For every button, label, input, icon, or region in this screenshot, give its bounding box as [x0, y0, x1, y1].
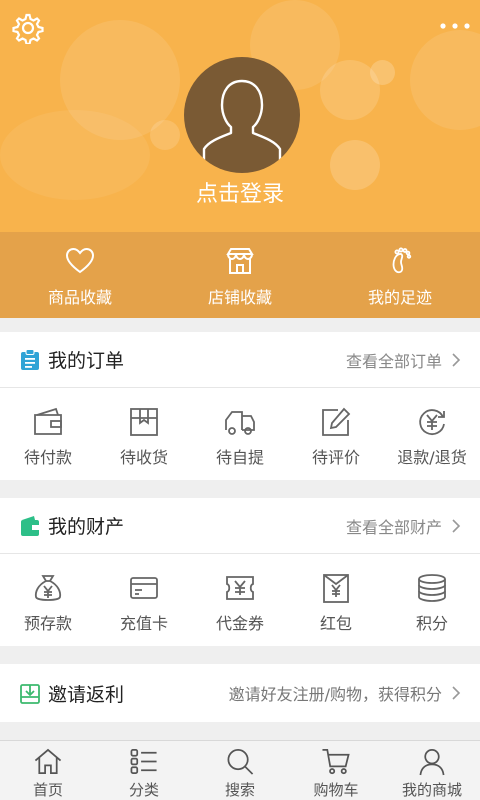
decor-bubble	[0, 110, 150, 200]
favorites-bar: 商品收藏 店铺收藏 我的足迹	[0, 232, 480, 318]
login-link[interactable]: 点击登录	[140, 176, 340, 208]
grid-label: 预存款	[23, 614, 72, 633]
card-icon	[130, 577, 158, 599]
grid-label: 退款/退货	[397, 448, 467, 467]
search-icon	[227, 749, 254, 775]
avatar-silhouette-icon	[202, 79, 282, 161]
voucher-button[interactable]: 代金券	[192, 554, 288, 646]
pending-receipt-button[interactable]: 待收货	[96, 388, 192, 480]
money-bag-icon	[34, 575, 62, 601]
invite-row[interactable]: 邀请返利 邀请好友注册/购物，获得积分	[0, 664, 480, 722]
all-orders-link[interactable]: 查看全部订单	[346, 348, 442, 372]
edit-icon	[322, 407, 351, 436]
grid-label: 积分	[415, 614, 448, 633]
points-button[interactable]: 积分	[384, 554, 480, 646]
tab-label: 分类	[128, 781, 159, 799]
tab-label: 搜索	[224, 781, 255, 799]
chevron-right-icon	[452, 686, 461, 700]
invite-link[interactable]: 邀请好友注册/购物，获得积分	[229, 681, 442, 705]
invite-title: 邀请返利	[48, 683, 125, 706]
assets-title: 我的财产	[48, 516, 125, 538]
footprints-button[interactable]: 我的足迹	[320, 232, 480, 318]
tab-label: 我的商城	[401, 781, 462, 799]
wallet-green-icon	[21, 515, 39, 536]
refund-icon	[419, 409, 445, 436]
pending-pickup-button[interactable]: 待自提	[192, 388, 288, 480]
red-envelope-icon	[323, 574, 349, 603]
store-favorites-button[interactable]: 店铺收藏	[160, 232, 320, 318]
decor-bubble	[150, 120, 180, 150]
profile-header: 点击登录 商品收藏 店铺收藏 我的足迹	[0, 0, 480, 318]
orders-grid: 待付款 待收货 待自提 待评价 退款/退货	[0, 388, 480, 480]
truck-icon	[225, 411, 255, 435]
fav-label: 商品收藏	[47, 288, 112, 307]
footprint-icon	[392, 247, 412, 274]
grid-label: 待评价	[311, 448, 360, 467]
user-icon	[419, 749, 445, 776]
grid-label: 待付款	[23, 448, 72, 467]
decor-bubble	[410, 30, 480, 130]
wallet-icon	[34, 407, 62, 435]
grid-label: 待自提	[215, 448, 264, 467]
tab-search[interactable]: 搜索	[192, 741, 288, 800]
fav-label: 店铺收藏	[207, 288, 272, 307]
home-icon	[34, 748, 62, 774]
clipboard-icon	[21, 348, 39, 370]
avatar[interactable]	[184, 57, 300, 173]
more-icon[interactable]	[438, 16, 472, 36]
tab-cart[interactable]: 购物车	[288, 741, 384, 800]
heart-icon	[65, 247, 95, 274]
fav-label: 我的足迹	[367, 288, 432, 307]
coins-icon	[418, 574, 446, 602]
list-icon	[130, 749, 157, 774]
tab-label: 首页	[32, 781, 63, 799]
recharge-card-button[interactable]: 充值卡	[96, 554, 192, 646]
all-assets-link[interactable]: 查看全部财产	[346, 514, 442, 538]
grid-label: 待收货	[119, 448, 168, 467]
voucher-icon	[226, 576, 254, 600]
assets-grid: 预存款 充值卡 代金券 红包 积分	[0, 554, 480, 646]
orders-header[interactable]: 我的订单 查看全部订单	[0, 332, 480, 388]
red-envelope-button[interactable]: 红包	[288, 554, 384, 646]
tab-label: 购物车	[313, 781, 359, 799]
grid-label: 充值卡	[119, 614, 168, 633]
grid-label: 红包	[319, 614, 352, 633]
grid-label: 代金券	[215, 614, 264, 633]
gear-icon[interactable]	[12, 12, 44, 44]
invite-icon	[20, 684, 40, 704]
box-icon	[130, 408, 158, 436]
orders-card: 我的订单 查看全部订单 待付款 待收货 待自提 待评价 退款/退货	[0, 332, 480, 480]
orders-title: 我的订单	[48, 350, 125, 372]
assets-header[interactable]: 我的财产 查看全部财产	[0, 498, 480, 554]
chevron-right-icon	[452, 352, 461, 367]
tab-category[interactable]: 分类	[96, 741, 192, 800]
decor-bubble	[370, 60, 395, 85]
refund-button[interactable]: 退款/退货	[384, 388, 480, 480]
store-icon	[226, 248, 254, 274]
chevron-right-icon	[452, 518, 461, 533]
cart-icon	[322, 749, 350, 775]
pending-review-button[interactable]: 待评价	[288, 388, 384, 480]
assets-card: 我的财产 查看全部财产 预存款 充值卡 代金券 红包 积分	[0, 498, 480, 646]
product-favorites-button[interactable]: 商品收藏	[0, 232, 160, 318]
pending-payment-button[interactable]: 待付款	[0, 388, 96, 480]
tab-my-mall[interactable]: 我的商城	[384, 741, 480, 800]
bottom-tab-bar: 首页 分类 搜索 购物车 我的商城	[0, 740, 480, 800]
deposit-button[interactable]: 预存款	[0, 554, 96, 646]
tab-home[interactable]: 首页	[0, 741, 96, 800]
